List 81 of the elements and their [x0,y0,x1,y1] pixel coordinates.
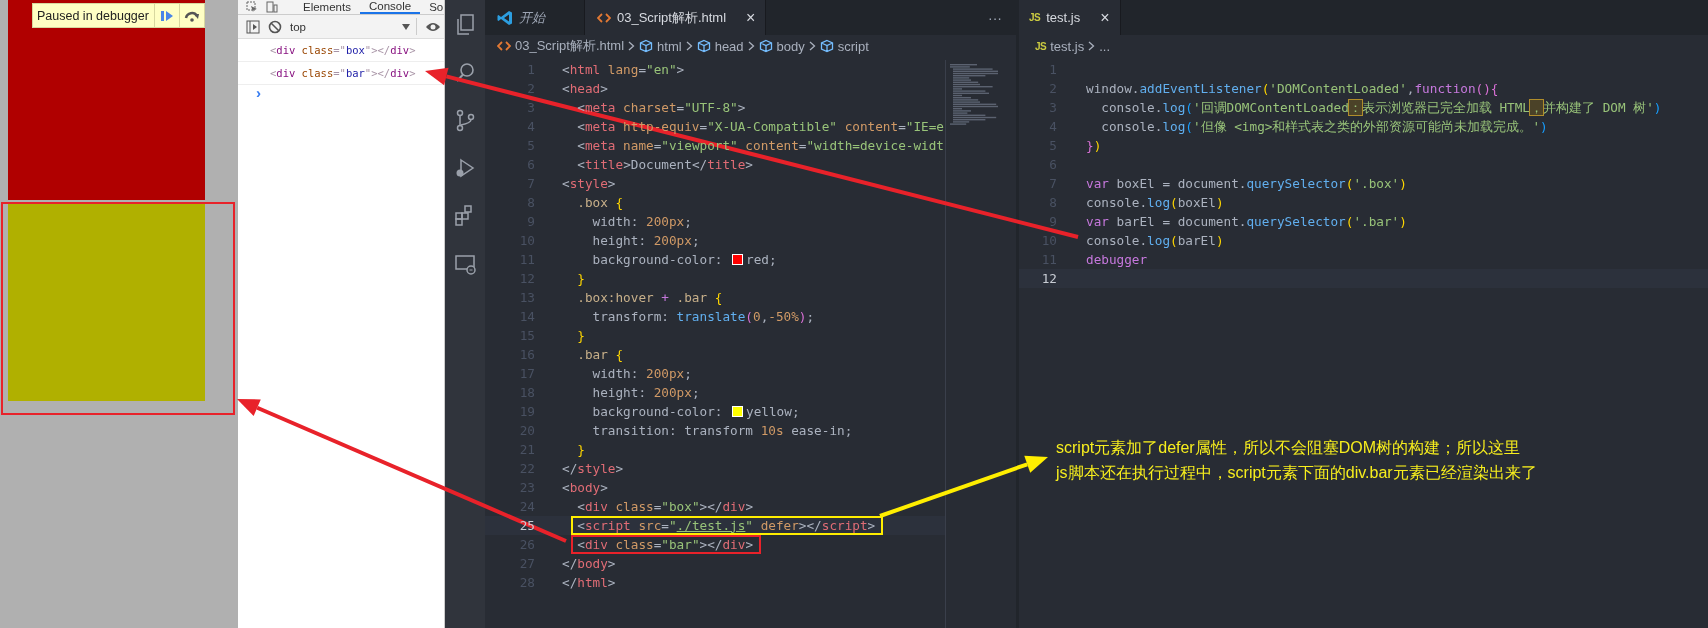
context-dropdown[interactable]: top [290,18,417,35]
block-icon[interactable] [268,19,282,34]
code-line: .box { [577,195,624,209]
code-line: } [577,328,585,342]
code-line: }) [1086,138,1102,152]
console-prompt: › [255,85,262,101]
chevron-icon [808,41,816,51]
code-line: window.addEventListener('DOMContentLoaded',function(){ [1086,81,1499,95]
code-line: <body> [562,480,608,494]
color-swatch[interactable] [732,405,744,417]
devtools-tab[interactable]: Elements [294,0,360,14]
code-line: height: 200px; [592,385,700,399]
annotation-text: script元素加了defer属性，所以不会阻塞DOM树的构建；所以这里 js脚本还在执行过程中，script元素下面的div.bar元素已经渲染出来了 [1056,438,1537,483]
console-message: <div class="box"></div> [238,39,444,62]
chevron-icon [1088,41,1096,51]
code-line: <head> [562,81,608,95]
js-file-icon: JS [1029,12,1041,23]
code-line: </body> [562,556,616,570]
code-file-icon [597,10,611,25]
code-line: .box:hover + .bar { [577,290,723,304]
step-over-icon [183,9,200,22]
code-line: background-color: [592,404,724,418]
code-line: <style> [562,176,616,190]
code-line: red; [746,252,777,266]
cube-icon [758,39,773,53]
device-icon[interactable] [266,1,278,13]
resume-icon [159,9,174,22]
color-swatch[interactable] [732,253,744,265]
cube-icon [819,39,834,53]
breadcrumb[interactable]: body [776,38,805,54]
breadcrumb[interactable]: ... [1099,38,1111,54]
chevron-icon [628,41,636,51]
inspect-icon[interactable] [246,1,258,13]
code-line: console.log(barEl) [1086,233,1224,247]
editor-tab[interactable]: 03_Script解析.html × [585,0,767,35]
code-line: console.log(boxEl) [1086,195,1224,209]
cube-icon [639,39,654,53]
code-line: <div class="box"></div> [577,499,753,513]
breadcrumb[interactable]: head [714,38,744,54]
code-line: console.log('但像 <img>和样式表之类的外部资源可能尚未加载完成。') [1101,119,1548,133]
code-line: debugger [1086,252,1148,266]
breadcrumb[interactable]: test.js [1050,38,1085,54]
more-actions-button[interactable]: ··· [974,9,1016,26]
code-line: transform: translate(0,-50%); [592,309,815,323]
line-number: 12 [1040,269,1058,288]
vscode-logo-icon [497,9,513,26]
editor-tab[interactable]: JS test.js × [1019,0,1121,35]
remote-icon[interactable] [453,252,477,276]
close-button[interactable]: × [732,8,756,27]
code-file-icon [497,39,511,53]
chevron-icon [685,41,693,51]
paused-label: Paused in debugger [36,8,150,23]
code-line: } [577,271,585,285]
js-file-icon: JS [1035,40,1047,52]
code-line: </style> [562,461,624,475]
code-line: <title>Document</title> [577,157,753,171]
code-line: height: 200px; [592,233,700,247]
code-line: <script src="./test.js" defer></script> [577,518,876,532]
code-line: var barEl = document.querySelector('.bar') [1086,214,1407,228]
sidebar-icon[interactable] [246,19,260,34]
breadcrumb[interactable]: html [657,38,682,54]
eye-icon[interactable] [425,20,441,33]
code-line: background-color: [592,252,724,266]
breadcrumb[interactable]: 03_Script解析.html [515,37,625,55]
caret-icon [402,23,410,30]
code-line: var boxEl = document.querySelector('.box') [1086,176,1407,190]
code-line: width: 200px; [592,366,692,380]
code-line: } [577,442,585,456]
cube-icon [696,39,711,53]
chevron-icon [747,41,755,51]
code-line: transition: transform 10s ease-in; [592,423,853,437]
close-button[interactable]: × [1086,8,1110,27]
code-line: yellow; [746,404,800,418]
devtools-tab[interactable]: So [420,0,444,14]
code-line: .bar { [577,347,624,361]
code-line: console.log('回调DOMContentLoaded：表示浏览器已完全加载 HTML，并构建了 DOM 树') [1101,100,1662,114]
code-line: <div class="bar"></div> [577,537,753,551]
breadcrumb[interactable]: script [837,38,869,54]
code-line: </html> [562,575,616,589]
code-line: <html lang="en"> [562,62,685,76]
code-line: width: 200px; [592,214,692,228]
